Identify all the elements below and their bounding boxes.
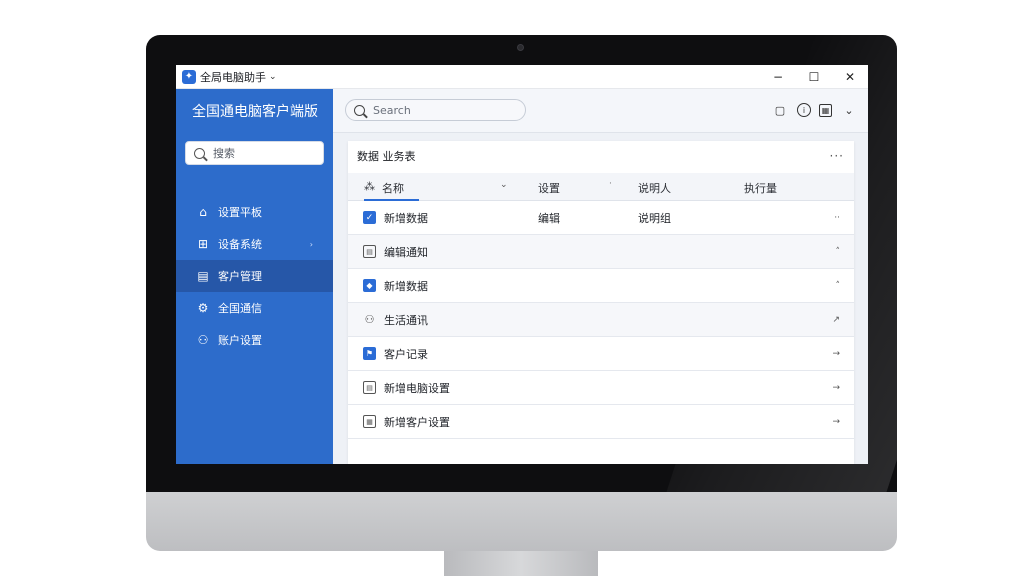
- table-row[interactable]: ▦ 新增客户设置 →: [348, 405, 854, 439]
- sidebar-item-label: 设置平板: [218, 206, 262, 219]
- sidebar-item-label: 客户管理: [218, 270, 262, 283]
- document-icon: ◆: [363, 279, 376, 292]
- sidebar-item-3[interactable]: ⚙ 全国通信: [176, 292, 333, 324]
- panel-title: 数据 业务表: [357, 150, 416, 163]
- window-controls: − ☐ ✕: [760, 65, 868, 89]
- sidebar-search-input[interactable]: 搜索: [185, 141, 324, 165]
- window-title[interactable]: 全局电脑助手: [200, 69, 266, 85]
- chevron-right-icon: ›: [309, 239, 313, 249]
- screen: ✦ 全局电脑助手 ⌄ − ☐ ✕ 全国通电脑客户端版 搜索 ⌂ 设置平板 ⊞ 设备系统…: [176, 65, 868, 464]
- document-icon: ▤: [363, 245, 376, 258]
- folder-icon: ▤: [197, 269, 209, 283]
- column-header-owner[interactable]: 说明人: [638, 180, 671, 196]
- document-icon: ▦: [363, 415, 376, 428]
- document-icon: ⚑: [363, 347, 376, 360]
- sidebar: 全国通电脑客户端版 搜索 ⌂ 设置平板 ⊞ 设备系统 › ▤ 客户管理 ⚙ 全国通信 ⚇ 账户设置: [176, 89, 333, 464]
- sidebar-app-name: 全国通电脑客户端版: [192, 104, 318, 120]
- user-icon: ⚇: [364, 313, 375, 326]
- row-owner-value: 说明组: [638, 211, 671, 225]
- sidebar-nav: ⌂ 设置平板 ⊞ 设备系统 › ▤ 客户管理 ⚙ 全国通信 ⚇ 账户设置: [176, 196, 333, 356]
- home-icon: ⌂: [199, 205, 207, 219]
- column-icon: ⁂: [364, 180, 375, 193]
- sidebar-item-label: 账户设置: [218, 334, 262, 347]
- table-row[interactable]: ◆ 新增数据 ˄: [348, 269, 854, 303]
- row-label: 新增数据: [384, 279, 428, 293]
- webcam: [517, 44, 524, 51]
- row-label: 新增客户设置: [384, 415, 450, 429]
- column-header-name[interactable]: 名称: [382, 180, 404, 196]
- table-row[interactable]: ▤ 编辑通知 ˄: [348, 235, 854, 269]
- minimize-button[interactable]: −: [760, 65, 796, 89]
- scene: ✦ 全局电脑助手 ⌄ − ☐ ✕ 全国通电脑客户端版 搜索 ⌂ 设置平板 ⊞ 设备系统…: [0, 0, 1024, 576]
- search-icon: [194, 147, 205, 159]
- panel-header: 数据 业务表 ···: [348, 141, 854, 171]
- toolbar-icons: ▢ i ▦ ⌄: [763, 101, 858, 119]
- document-icon: ▤: [363, 381, 376, 394]
- chevron-down-icon[interactable]: ⌄: [840, 101, 858, 119]
- row-action-icon[interactable]: →: [832, 383, 840, 393]
- row-action-icon[interactable]: →: [832, 349, 840, 359]
- search-input[interactable]: Search: [345, 99, 526, 121]
- chat-icon[interactable]: ▢: [771, 101, 789, 119]
- sidebar-item-4[interactable]: ⚇ 账户设置: [176, 324, 333, 356]
- monitor-stand: [444, 551, 598, 576]
- sidebar-item-1[interactable]: ⊞ 设备系统 ›: [176, 228, 333, 260]
- row-action-icon[interactable]: ↗: [832, 315, 840, 325]
- checkbox-icon[interactable]: ✓: [363, 211, 376, 224]
- window-titlebar: ✦ 全局电脑助手 ⌄ − ☐ ✕: [176, 65, 868, 89]
- data-panel: 数据 业务表 ··· ⁂ 名称 ⌄ 设置 · 说明人 执行量 ✓ 新增数据 编辑 说明…: [348, 141, 854, 464]
- row-label: 客户记录: [384, 347, 428, 361]
- table-body: ✓ 新增数据 编辑 说明组 ·· ▤ 编辑通知 ˄ ◆ 新增数据 ˄ ⚇ 生活通讯 ↗ ⚑ 客户记录 → ▤ 新增电…: [348, 201, 854, 439]
- close-button[interactable]: ✕: [832, 65, 868, 89]
- column-sort-chevron-icon[interactable]: ⌄: [500, 180, 508, 190]
- gear-icon: ⚙: [197, 301, 209, 315]
- sidebar-search-placeholder: 搜索: [213, 147, 235, 160]
- search-icon: [354, 104, 365, 116]
- grid-icon: ⊞: [197, 237, 209, 251]
- table-row[interactable]: ⚇ 生活通讯 ↗: [348, 303, 854, 337]
- info-icon[interactable]: i: [797, 103, 811, 117]
- row-action-icon[interactable]: ˄: [836, 281, 841, 291]
- search-placeholder: Search: [373, 103, 411, 117]
- row-action-icon[interactable]: ˄: [836, 247, 841, 257]
- monitor-chin: [146, 492, 897, 551]
- title-chevron-down-icon[interactable]: ⌄: [269, 72, 277, 82]
- maximize-button[interactable]: ☐: [796, 65, 832, 89]
- row-label: 新增数据: [384, 211, 428, 225]
- column-header-settings[interactable]: 设置: [538, 180, 560, 196]
- row-label: 编辑通知: [384, 245, 428, 259]
- table-row[interactable]: ▤ 新增电脑设置 →: [348, 371, 854, 405]
- sidebar-item-0[interactable]: ⌂ 设置平板: [176, 196, 333, 228]
- row-settings-value: 编辑: [538, 211, 560, 225]
- column-header-volume[interactable]: 执行量: [744, 180, 777, 196]
- sidebar-item-label: 全国通信: [218, 302, 262, 315]
- row-label: 新增电脑设置: [384, 381, 450, 395]
- column-separator-dot: ·: [609, 179, 612, 189]
- table-row[interactable]: ✓ 新增数据 编辑 说明组 ··: [348, 201, 854, 235]
- sidebar-item-label: 设备系统: [218, 238, 262, 251]
- more-options-icon[interactable]: ···: [830, 149, 844, 163]
- table-header: ⁂ 名称 ⌄ 设置 · 说明人 执行量: [348, 173, 854, 201]
- row-action-icon[interactable]: →: [832, 417, 840, 427]
- top-toolbar: Search ▢ i ▦ ⌄: [333, 89, 868, 133]
- row-action-icon[interactable]: ··: [834, 213, 840, 223]
- row-label: 生活通讯: [384, 313, 428, 327]
- users-icon: ⚇: [197, 333, 209, 347]
- calendar-icon[interactable]: ▦: [819, 103, 832, 117]
- main-area: Search ▢ i ▦ ⌄ 数据 业务表 ··· ⁂ 名称 ⌄ 设置 · 说明…: [333, 89, 868, 464]
- app-logo-icon: ✦: [182, 69, 196, 84]
- table-row[interactable]: ⚑ 客户记录 →: [348, 337, 854, 371]
- sidebar-item-2[interactable]: ▤ 客户管理: [176, 260, 333, 292]
